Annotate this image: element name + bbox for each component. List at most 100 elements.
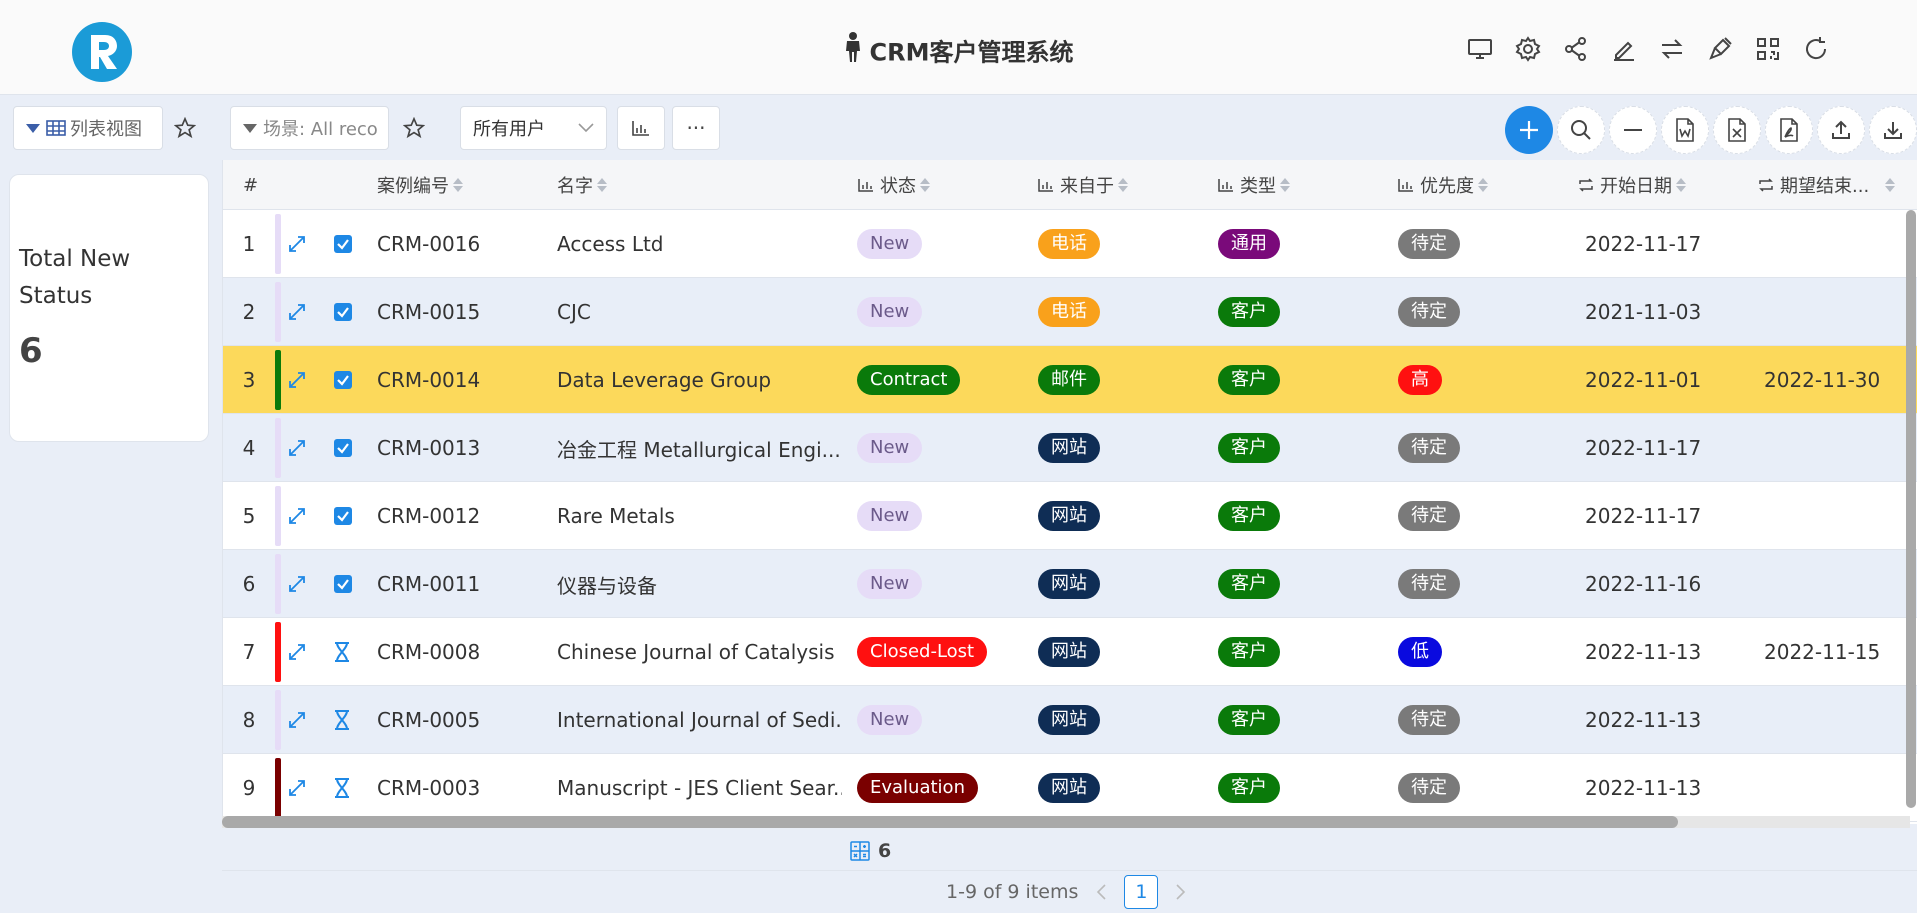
status-cell[interactable]: New bbox=[857, 686, 923, 754]
table-row[interactable]: 4 CRM-0013 冶金工程 Metallurgical Engi... New 网站… bbox=[223, 414, 1917, 482]
checkbox-icon[interactable] bbox=[334, 550, 352, 618]
column-header-name[interactable]: 名字 bbox=[557, 160, 607, 210]
column-header-case-id[interactable]: 案例编号 bbox=[377, 160, 463, 210]
priority-cell[interactable]: 待定 bbox=[1398, 754, 1460, 822]
expand-row-icon[interactable] bbox=[288, 686, 306, 754]
type-cell[interactable]: 客户 bbox=[1218, 278, 1280, 346]
export-word-button[interactable] bbox=[1661, 106, 1709, 154]
user-filter-select[interactable]: 所有用户 bbox=[460, 106, 607, 150]
priority-cell[interactable]: 待定 bbox=[1398, 482, 1460, 550]
expand-row-icon[interactable] bbox=[288, 414, 306, 482]
status-cell[interactable]: Contract bbox=[857, 346, 961, 414]
sort-icon[interactable] bbox=[1885, 178, 1896, 192]
sort-icon[interactable] bbox=[1676, 178, 1686, 192]
expand-row-icon[interactable] bbox=[288, 482, 306, 550]
swap-icon[interactable] bbox=[1651, 28, 1693, 70]
type-cell[interactable]: 客户 bbox=[1218, 754, 1280, 822]
priority-cell[interactable]: 待定 bbox=[1398, 550, 1460, 618]
priority-cell[interactable]: 待定 bbox=[1398, 686, 1460, 754]
table-row[interactable]: 5 CRM-0012 Rare Metals New 网站 客户 待定 2022-11-17 bbox=[223, 482, 1917, 550]
source-cell[interactable]: 网站 bbox=[1038, 550, 1100, 618]
expand-row-icon[interactable] bbox=[288, 210, 306, 278]
monitor-icon[interactable] bbox=[1459, 28, 1501, 70]
table-row[interactable]: 2 CRM-0015 CJC New 电话 客户 待定 2021-11-03 bbox=[223, 278, 1917, 346]
type-cell[interactable]: 客户 bbox=[1218, 550, 1280, 618]
source-cell[interactable]: 邮件 bbox=[1038, 346, 1100, 414]
status-cell[interactable]: Closed-Lost bbox=[857, 618, 988, 686]
status-cell[interactable]: New bbox=[857, 210, 923, 278]
table-row[interactable]: 6 CRM-0011 仪器与设备 New 网站 客户 待定 2022-11-16 bbox=[223, 550, 1917, 618]
sort-icon[interactable] bbox=[1478, 178, 1488, 192]
chevron-left-icon[interactable] bbox=[1096, 884, 1106, 900]
source-cell[interactable]: 网站 bbox=[1038, 414, 1100, 482]
type-cell[interactable]: 客户 bbox=[1218, 686, 1280, 754]
page-number-button[interactable]: 1 bbox=[1124, 875, 1159, 909]
sort-icon[interactable] bbox=[597, 178, 607, 192]
source-cell[interactable]: 网站 bbox=[1038, 686, 1100, 754]
upload-button[interactable] bbox=[1817, 106, 1865, 154]
source-cell[interactable]: 网站 bbox=[1038, 618, 1100, 686]
expand-row-icon[interactable] bbox=[288, 278, 306, 346]
status-cell[interactable]: Evaluation bbox=[857, 754, 978, 822]
scene-selector[interactable]: 场景: All reco bbox=[230, 106, 389, 150]
download-button[interactable] bbox=[1869, 106, 1917, 154]
priority-cell[interactable]: 低 bbox=[1398, 618, 1442, 686]
status-cell[interactable]: New bbox=[857, 550, 923, 618]
status-cell[interactable]: New bbox=[857, 414, 923, 482]
table-row[interactable]: 9 CRM-0003 Manuscript - JES Client Sear...… bbox=[223, 754, 1917, 822]
refresh-icon[interactable] bbox=[1795, 28, 1837, 70]
expand-row-icon[interactable] bbox=[288, 346, 306, 414]
table-row[interactable]: 1 CRM-0016 Access Ltd New 电话 通用 待定 2022-11-17 bbox=[223, 210, 1917, 278]
hourglass-icon[interactable] bbox=[334, 686, 350, 754]
sort-icon[interactable] bbox=[1118, 178, 1128, 192]
edit-icon[interactable] bbox=[1603, 28, 1645, 70]
more-button[interactable]: ··· bbox=[672, 106, 720, 150]
priority-cell[interactable]: 待定 bbox=[1398, 278, 1460, 346]
vertical-scrollbar[interactable] bbox=[1906, 210, 1916, 808]
type-cell[interactable]: 客户 bbox=[1218, 482, 1280, 550]
checkbox-icon[interactable] bbox=[334, 414, 352, 482]
favorite-scene-star-icon[interactable] bbox=[396, 110, 432, 146]
priority-cell[interactable]: 待定 bbox=[1398, 414, 1460, 482]
expand-row-icon[interactable] bbox=[288, 618, 306, 686]
type-cell[interactable]: 客户 bbox=[1218, 414, 1280, 482]
type-cell[interactable]: 客户 bbox=[1218, 346, 1280, 414]
column-header-start-date[interactable]: 开始日期 bbox=[1578, 160, 1686, 210]
status-cell[interactable]: New bbox=[857, 482, 923, 550]
priority-cell[interactable]: 高 bbox=[1398, 346, 1442, 414]
search-button[interactable] bbox=[1557, 106, 1605, 154]
favorite-view-star-icon[interactable] bbox=[167, 110, 203, 146]
source-cell[interactable]: 网站 bbox=[1038, 754, 1100, 822]
table-row[interactable]: 3 CRM-0014 Data Leverage Group Contract 邮件 客户… bbox=[223, 346, 1917, 414]
type-cell[interactable]: 客户 bbox=[1218, 618, 1280, 686]
checkbox-icon[interactable] bbox=[334, 278, 352, 346]
plugin-icon[interactable] bbox=[1699, 28, 1741, 70]
column-header-type[interactable]: 类型 bbox=[1218, 160, 1290, 210]
horizontal-scrollbar[interactable] bbox=[222, 816, 1678, 828]
sort-icon[interactable] bbox=[453, 178, 463, 192]
add-button[interactable] bbox=[1505, 106, 1553, 154]
hourglass-icon[interactable] bbox=[334, 618, 350, 686]
sort-icon[interactable] bbox=[920, 178, 930, 192]
export-excel-button[interactable] bbox=[1713, 106, 1761, 154]
source-cell[interactable]: 电话 bbox=[1038, 278, 1100, 346]
chart-button[interactable] bbox=[617, 106, 665, 150]
source-cell[interactable]: 电话 bbox=[1038, 210, 1100, 278]
expand-row-icon[interactable] bbox=[288, 550, 306, 618]
status-cell[interactable]: New bbox=[857, 278, 923, 346]
gear-icon[interactable] bbox=[1507, 28, 1549, 70]
sort-icon[interactable] bbox=[1280, 178, 1290, 192]
view-selector[interactable]: 列表视图 bbox=[13, 106, 163, 150]
remove-button[interactable] bbox=[1609, 106, 1657, 154]
checkbox-icon[interactable] bbox=[334, 346, 352, 414]
column-header-source[interactable]: 来自于 bbox=[1038, 160, 1128, 210]
share-icon[interactable] bbox=[1555, 28, 1597, 70]
expand-row-icon[interactable] bbox=[288, 754, 306, 822]
summary-card[interactable]: Total New Status 6 bbox=[9, 174, 209, 442]
checkbox-icon[interactable] bbox=[334, 210, 352, 278]
table-row[interactable]: 7 CRM-0008 Chinese Journal of Catalysis Clo… bbox=[223, 618, 1917, 686]
export-pdf-button[interactable] bbox=[1765, 106, 1813, 154]
chevron-right-icon[interactable] bbox=[1176, 884, 1186, 900]
priority-cell[interactable]: 待定 bbox=[1398, 210, 1460, 278]
checkbox-icon[interactable] bbox=[334, 482, 352, 550]
